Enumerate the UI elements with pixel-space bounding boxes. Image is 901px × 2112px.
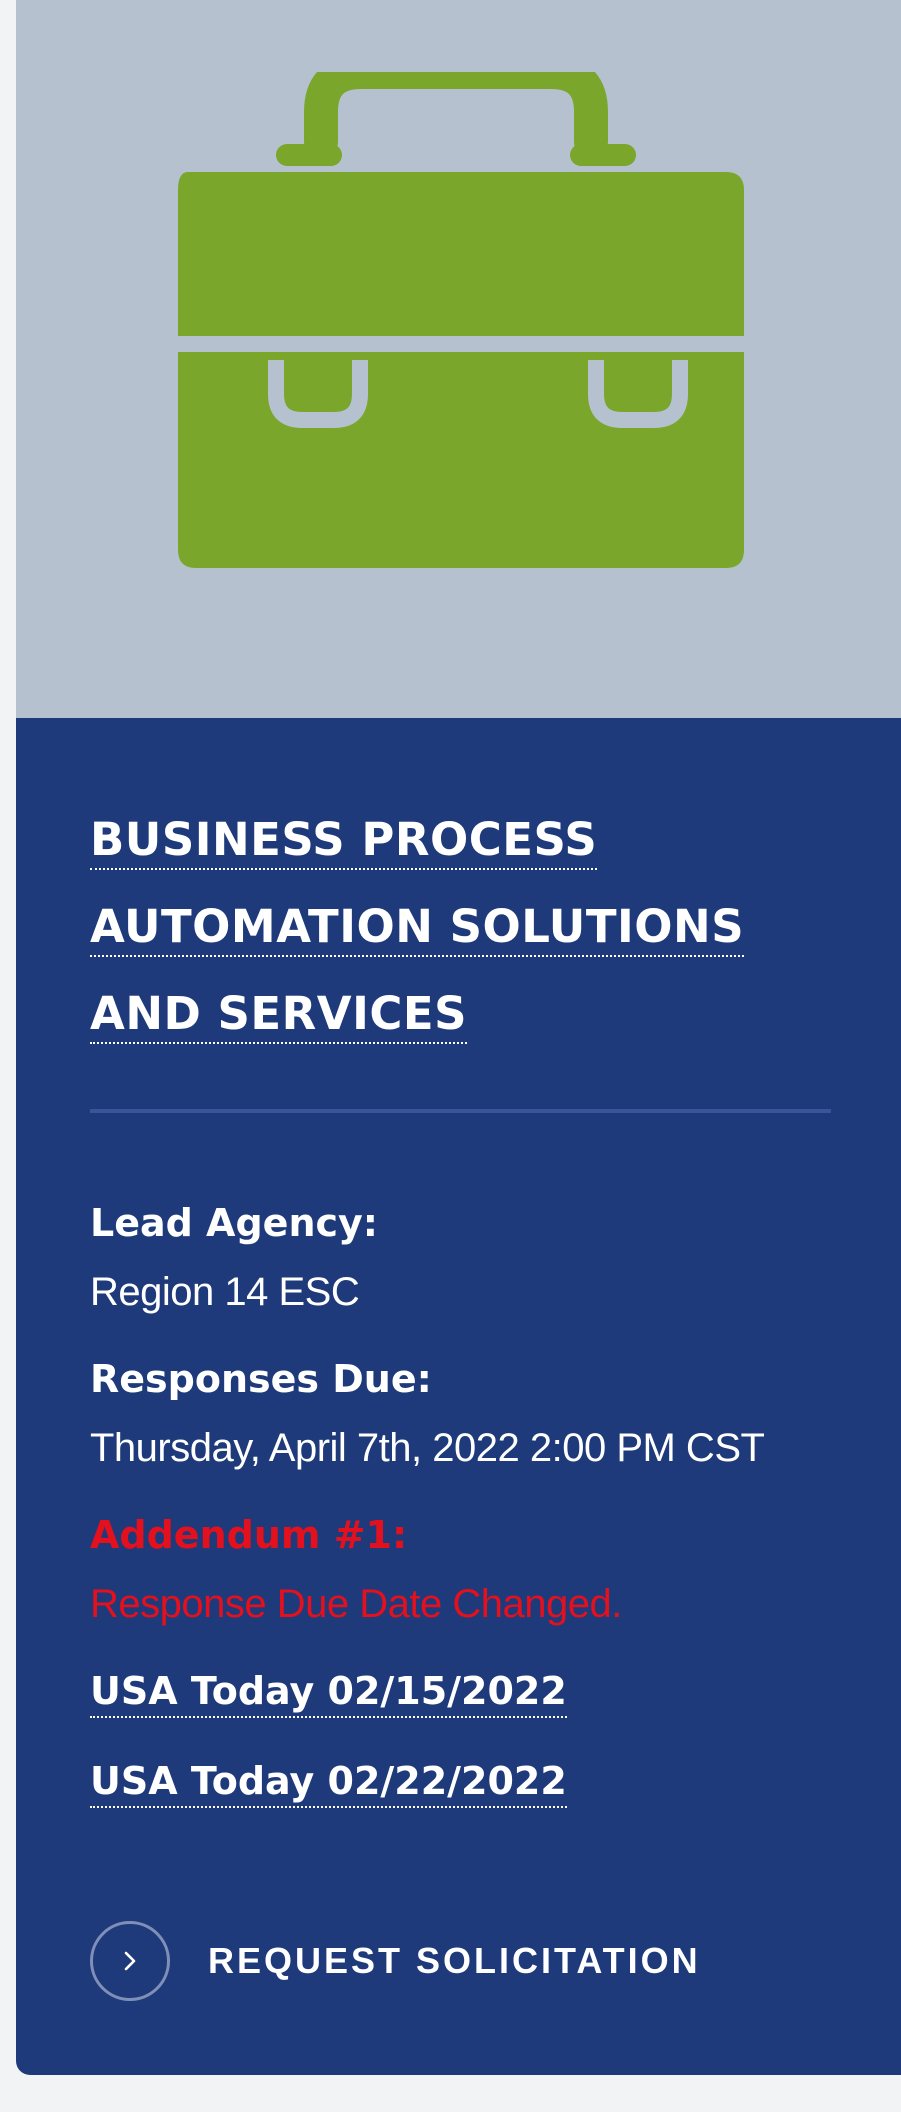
- responses-due-block: Responses Due: Thursday, April 7th, 2022…: [90, 1355, 831, 1473]
- solicitation-panel: BUSINESS PROCESS AUTOMATION SOLUTIONS AN…: [16, 718, 901, 1808]
- title-line-2: AUTOMATION SOLUTIONS: [90, 900, 745, 957]
- addendum-value: Response Due Date Changed.: [90, 1582, 622, 1626]
- lead-agency-block: Lead Agency: Region 14 ESC: [90, 1199, 831, 1317]
- title-line-3: AND SERVICES: [90, 987, 468, 1044]
- request-solicitation-button[interactable]: REQUEST SOLICITATION: [90, 1921, 701, 2001]
- solicitation-title-link[interactable]: BUSINESS PROCESS AUTOMATION SOLUTIONS AN…: [90, 796, 745, 1057]
- usa-today-link-2-label: USA Today 02/22/2022: [90, 1759, 567, 1808]
- cta-circle: [90, 1921, 170, 2001]
- addendum-block: Addendum #1: Response Due Date Changed.: [90, 1511, 831, 1629]
- usa-today-link-2[interactable]: USA Today 02/22/2022: [90, 1757, 831, 1808]
- usa-today-link-1-label: USA Today 02/15/2022: [90, 1669, 567, 1718]
- usa-today-link-1[interactable]: USA Today 02/15/2022: [90, 1667, 831, 1718]
- chevron-right-icon: [124, 1951, 136, 1971]
- divider: [90, 1109, 831, 1113]
- lead-agency-value: Region 14 ESC: [90, 1270, 360, 1314]
- responses-due-value: Thursday, April 7th, 2022 2:00 PM CST: [90, 1426, 765, 1470]
- card-hero: [16, 0, 901, 718]
- responses-due-label: Responses Due:: [90, 1357, 432, 1401]
- request-solicitation-label: REQUEST SOLICITATION: [208, 1940, 701, 1981]
- solicitation-details: Lead Agency: Region 14 ESC Responses Due…: [90, 1199, 831, 1808]
- title-line-1: BUSINESS PROCESS: [90, 813, 598, 870]
- lead-agency-label: Lead Agency:: [90, 1201, 378, 1245]
- solicitation-card: BUSINESS PROCESS AUTOMATION SOLUTIONS AN…: [16, 0, 901, 2075]
- briefcase-icon: [178, 72, 744, 568]
- addendum-label: Addendum #1:: [90, 1513, 408, 1557]
